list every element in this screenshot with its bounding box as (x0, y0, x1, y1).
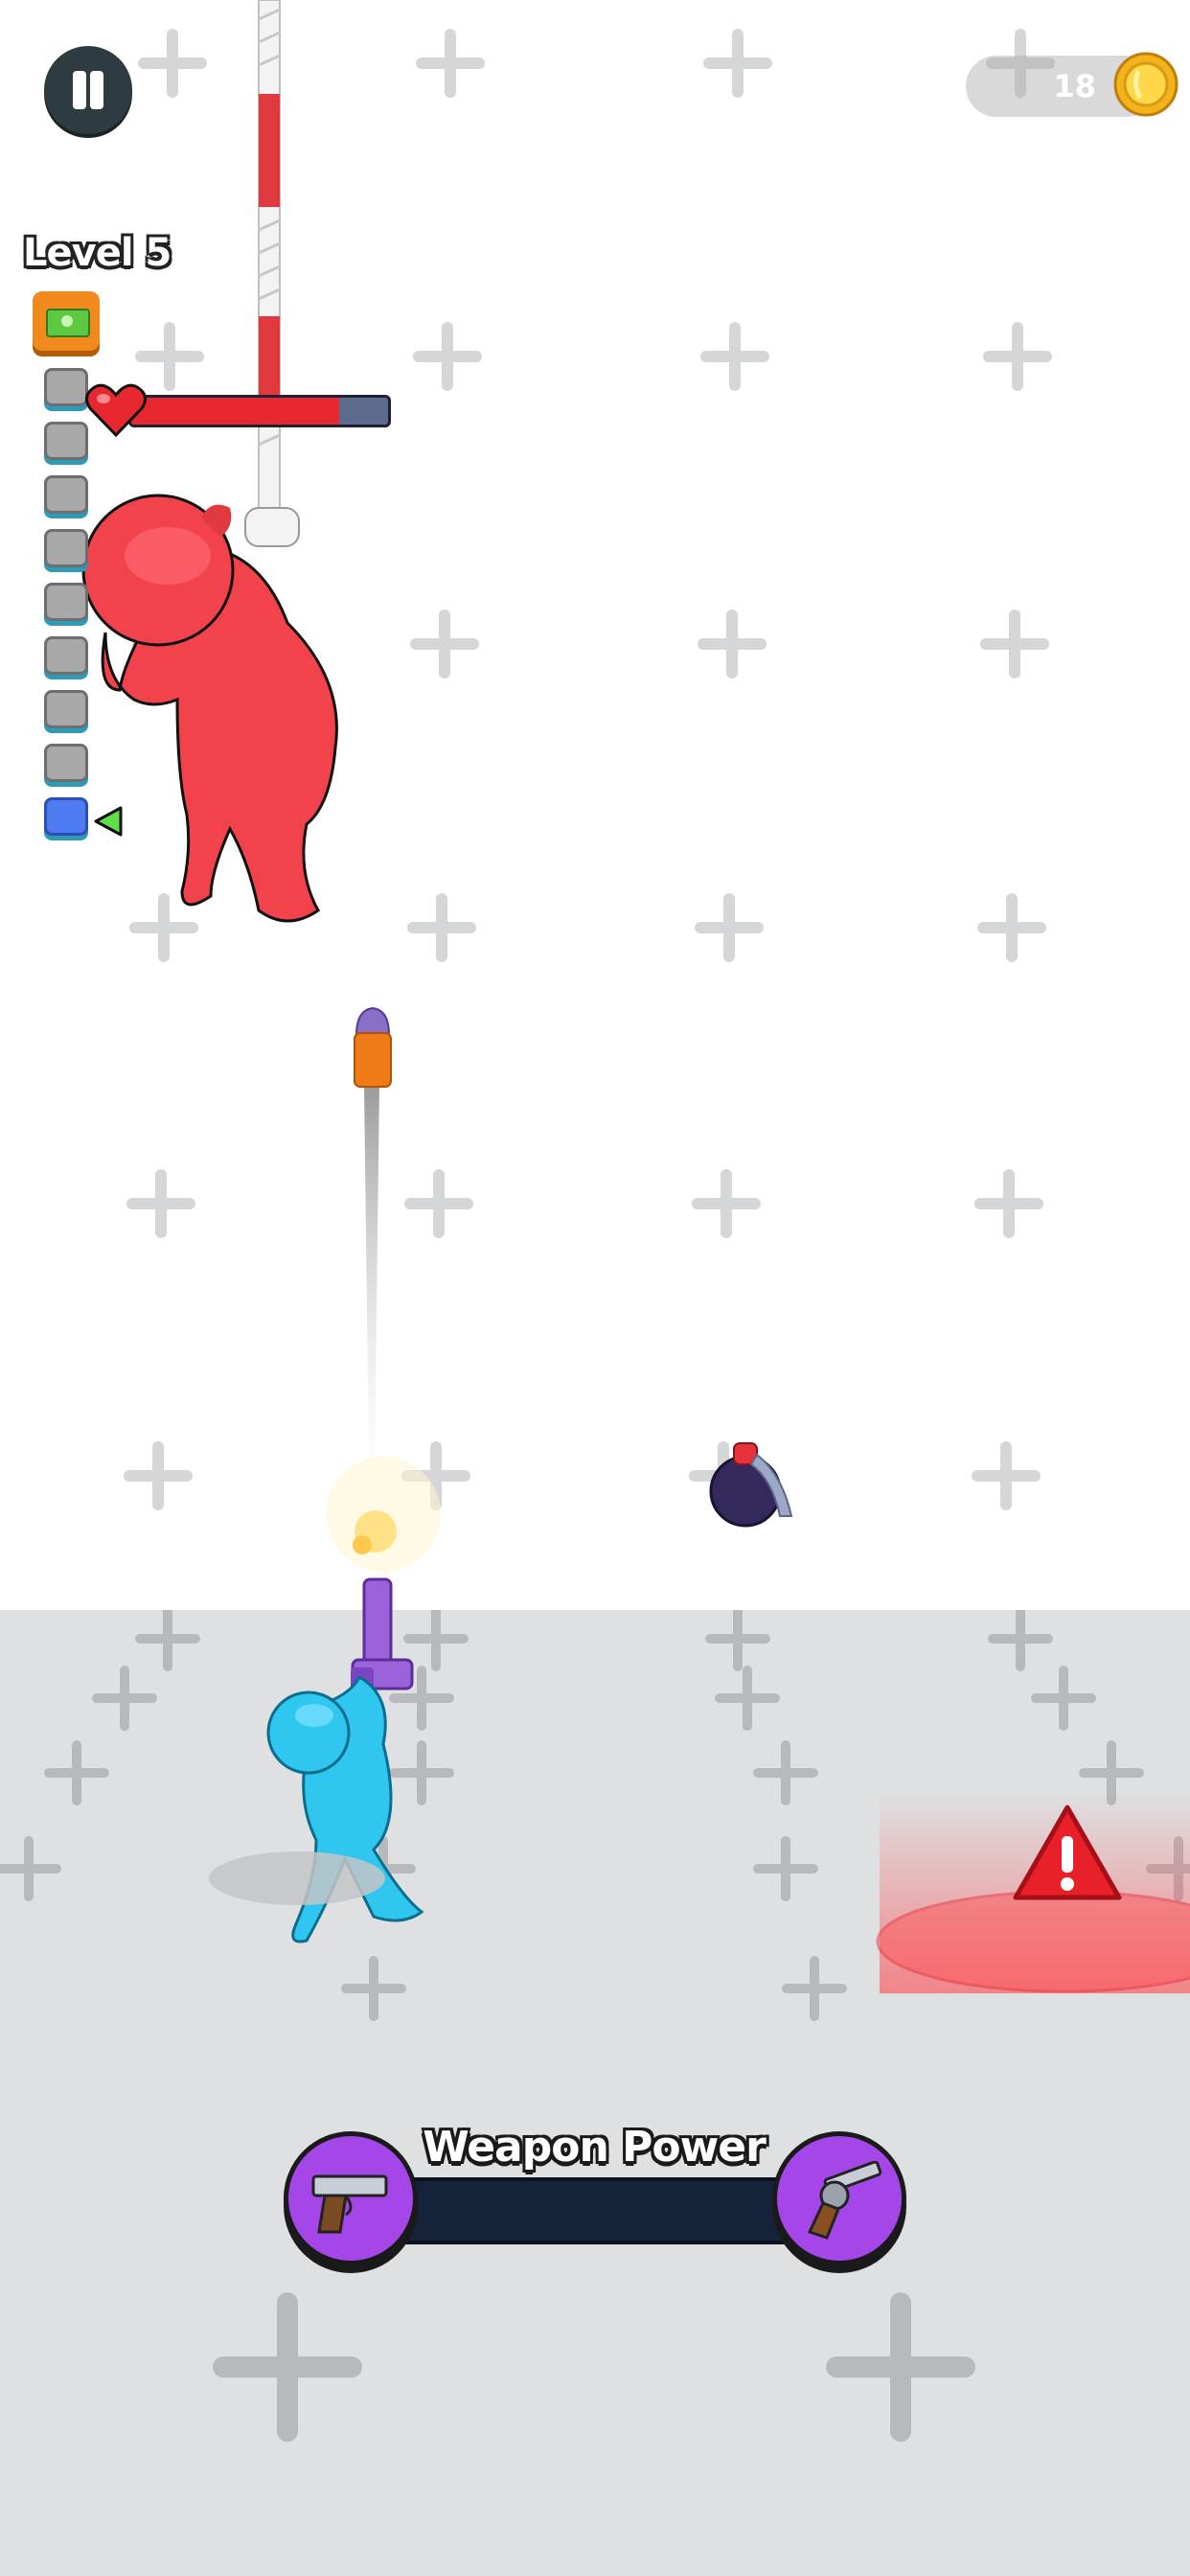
pause-icon (73, 71, 86, 109)
weapon-power-label: Weapon Power (423, 2123, 767, 2172)
game-stage[interactable]: 18 Level 5 Weapon Power (0, 0, 1190, 2576)
pause-button[interactable] (44, 46, 132, 134)
enemy-stickman[interactable] (67, 460, 355, 930)
current-step-arrow-icon (94, 806, 123, 837)
progress-step (44, 368, 88, 406)
bullet (354, 1006, 392, 1088)
cash-stack-icon (46, 309, 90, 337)
revolver-icon (807, 2161, 882, 2240)
enemy-health-fill (131, 398, 340, 425)
stage-reward (33, 291, 100, 351)
muzzle-flash (326, 1457, 441, 1572)
player-shadow (209, 1852, 385, 1905)
pistol-icon (311, 2174, 388, 2234)
progress-step (44, 636, 88, 675)
progress-step (44, 475, 88, 514)
progress-step (44, 422, 88, 460)
progress-step (44, 690, 88, 728)
progress-step (44, 529, 88, 567)
grenade[interactable] (705, 1436, 801, 1531)
enemy-health-bar (128, 395, 391, 427)
weapon-power-bar (393, 2177, 795, 2244)
progress-step (44, 583, 88, 621)
progress-step (44, 797, 88, 836)
warning-triangle-icon (1013, 1805, 1122, 1900)
progress-step (44, 744, 88, 782)
gold-coin-icon (1113, 52, 1179, 117)
coin-count: 18 (1053, 68, 1096, 104)
level-label: Level 5 (23, 231, 172, 275)
heart-icon (85, 383, 147, 438)
